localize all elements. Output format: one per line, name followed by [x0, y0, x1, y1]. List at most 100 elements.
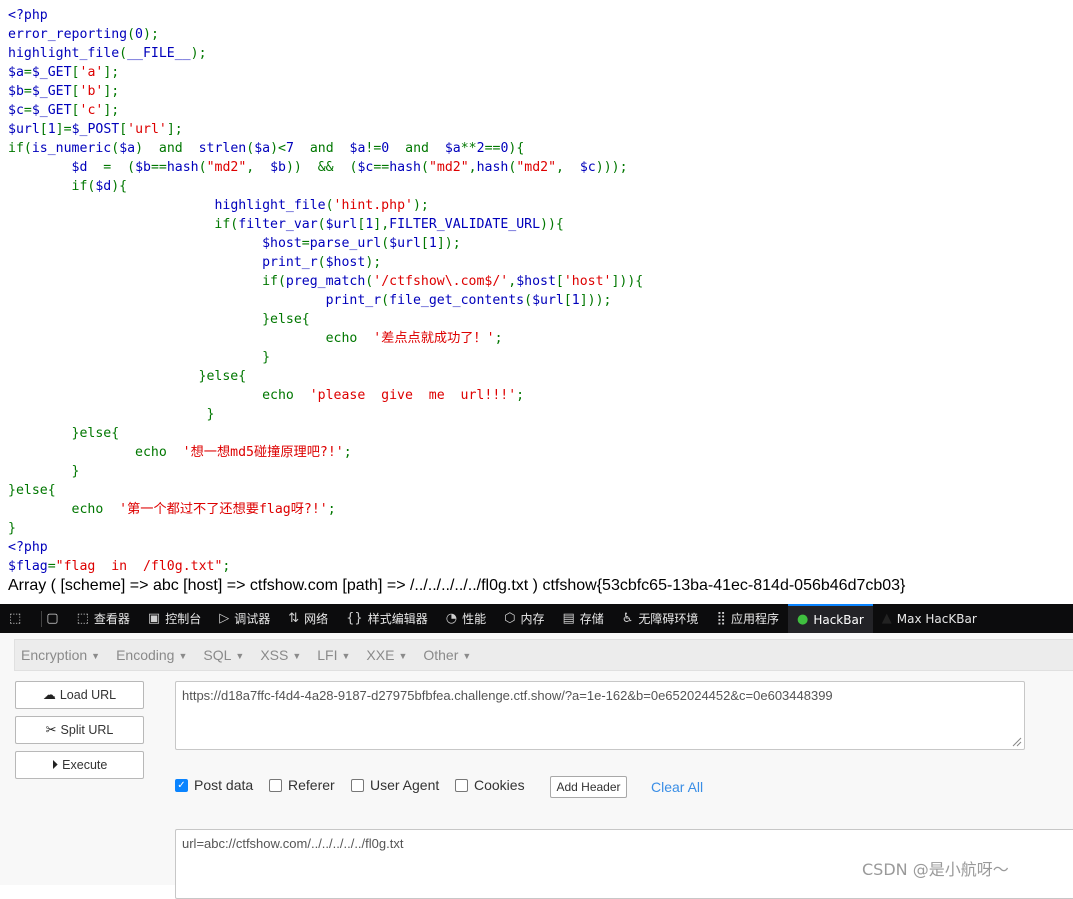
- code-token: (: [381, 293, 390, 308]
- code-token: ];: [103, 65, 120, 80]
- cookies-checkbox[interactable]: Cookies: [455, 777, 525, 793]
- hackbar-menu-label: Encryption: [21, 647, 88, 663]
- code-token: $_GET: [31, 84, 72, 99]
- code-token: $a: [119, 141, 136, 156]
- checkbox-icon: [351, 778, 364, 792]
- code-token: if(: [8, 274, 286, 289]
- code-token: highlight_file: [214, 198, 326, 213]
- code-token: ,: [556, 160, 580, 175]
- hackbar-menu-item[interactable]: Encoding ▼: [116, 647, 187, 663]
- devtools-tab-2[interactable]: ▷ 调试器: [210, 604, 279, 633]
- devtools-tab-label: 调试器: [234, 612, 271, 626]
- devtools-tab-10[interactable]: ● HackBar: [787, 604, 873, 633]
- url-textarea[interactable]: https://d18a7ffc-f4d4-4a28-9187-d27975bf…: [175, 681, 1025, 750]
- code-token: ];: [166, 122, 183, 137]
- code-token: $url: [532, 293, 564, 308]
- code-token: '/ctfshow\.com$/': [373, 274, 509, 289]
- code-line: }: [8, 462, 1068, 481]
- devtools-tab-icon: ◔: [445, 611, 458, 626]
- code-token: $url: [389, 236, 421, 251]
- devtools-toolbar: ⬚ ▢ ⬚ 查看器 ▣ 控制台 ▷ 调试器 ⇅ 网络 {} 样式编辑器 ◔ 性能 ⬡ 内存 ▤ 存储 ♿ 无障碍环…: [0, 604, 1073, 633]
- code-token: (: [325, 198, 334, 213]
- hackbar-menu-label: LFI: [317, 647, 338, 663]
- add-header-button[interactable]: Add Header: [550, 776, 627, 798]
- hackbar-menu-item[interactable]: LFI ▼: [317, 647, 350, 663]
- code-line: highlight_file('hint.php');: [8, 196, 1068, 215]
- code-line: if(is_numeric($a) and strlen($a)<7 and $…: [8, 139, 1068, 158]
- code-token: );: [365, 255, 382, 270]
- resize-grip-icon[interactable]: [1010, 735, 1022, 747]
- caret-down-icon: ▼: [178, 651, 188, 661]
- code-token: 'please give me url!!!': [309, 388, 517, 403]
- code-token: (: [317, 255, 326, 270]
- hackbar-menu-item[interactable]: XSS ▼: [260, 647, 301, 663]
- code-token: $c: [579, 160, 596, 175]
- code-token: ;: [494, 331, 503, 346]
- code-token: $c: [357, 160, 374, 175]
- code-token: 2: [476, 141, 485, 156]
- devtools-tab-4[interactable]: {} 样式编辑器: [337, 604, 437, 633]
- clear-all-link[interactable]: Clear All: [651, 779, 703, 795]
- hackbar-menu-item[interactable]: SQL ▼: [203, 647, 244, 663]
- code-token: $b: [8, 84, 24, 99]
- hackbar-menu-item[interactable]: Other ▼: [423, 647, 471, 663]
- code-token: )) && (: [285, 160, 358, 175]
- code-token: error_reporting: [8, 27, 128, 42]
- code-line: echo '想一想md5碰撞原理吧?!';: [8, 443, 1068, 462]
- devtools-tab-3[interactable]: ⇅ 网络: [279, 604, 337, 633]
- code-token: [: [71, 84, 80, 99]
- code-token: file_get_contents: [389, 293, 525, 308]
- code-token: $a: [8, 65, 24, 80]
- devtools-tab-1[interactable]: ▣ 控制台: [139, 604, 210, 633]
- code-token: $_POST: [71, 122, 120, 137]
- code-token: 1: [47, 122, 56, 137]
- hackbar-menu-item[interactable]: Encryption ▼: [21, 647, 100, 663]
- code-line: error_reporting(0);: [8, 25, 1068, 44]
- pick-element-icon[interactable]: ⬚: [0, 604, 35, 633]
- devtools-tab-9[interactable]: ⣿ 应用程序: [707, 604, 788, 633]
- devtools-tab-7[interactable]: ▤ 存储: [553, 604, 612, 633]
- code-token: '第一个都过不了还想要flag呀?!': [119, 502, 328, 517]
- devtools-tab-5[interactable]: ◔ 性能: [437, 604, 495, 633]
- hackbar-menu-label: XSS: [260, 647, 289, 663]
- devtools-tab-6[interactable]: ⬡ 内存: [495, 604, 553, 633]
- devtools-tab-8[interactable]: ♿ 无障碍环境: [613, 604, 708, 633]
- code-line: $flag="flag in /fl0g.txt";: [8, 557, 1068, 576]
- code-token: $d: [71, 160, 104, 175]
- code-token: );: [190, 46, 207, 61]
- devtools-tab-label: 控制台: [165, 612, 202, 626]
- code-line: $url[1]=$_POST['url'];: [8, 120, 1068, 139]
- code-token: strlen: [198, 141, 247, 156]
- code-token: =: [47, 559, 56, 574]
- code-token: );: [412, 198, 429, 213]
- code-token: }: [8, 350, 271, 365]
- code-token: =: [23, 84, 32, 99]
- code-token: is_numeric: [31, 141, 112, 156]
- code-token: 'b': [79, 84, 104, 99]
- php-source-code: <?php error_reporting(0); highlight_file(_…: [8, 6, 1068, 574]
- execute-button[interactable]: ⏵ Execute: [15, 751, 144, 779]
- devtools-tab-label: 应用程序: [730, 612, 779, 626]
- devtools-tab-11[interactable]: ▲ Max HacKBar: [873, 604, 986, 633]
- post-data-checkbox[interactable]: ✓ Post data: [175, 777, 253, 793]
- split-url-button[interactable]: ✂ Split URL: [15, 716, 144, 744]
- load-url-button[interactable]: ☁ Load URL: [15, 681, 144, 709]
- code-token: '想一想md5碰撞原理吧?!': [182, 445, 344, 460]
- code-token: if(: [8, 141, 32, 156]
- devtools-tab-icon: ▣: [147, 611, 161, 626]
- code-token: ]));: [579, 293, 612, 308]
- code-token: 'host': [563, 274, 612, 289]
- hackbar-menu-item[interactable]: XXE ▼: [366, 647, 407, 663]
- code-token: [: [555, 274, 564, 289]
- code-token: "md2": [206, 160, 247, 175]
- devtools-tab-0[interactable]: ⬚ 查看器: [68, 604, 139, 633]
- referer-checkbox[interactable]: Referer: [269, 777, 335, 793]
- code-token: ];: [103, 84, 120, 99]
- code-token: ==: [484, 141, 501, 156]
- user-agent-checkbox[interactable]: User Agent: [351, 777, 439, 793]
- code-token: 1: [428, 236, 437, 251]
- responsive-mode-icon[interactable]: ▢: [35, 604, 67, 633]
- checkbox-icon: [455, 778, 468, 792]
- devtools-tab-icon: ⣿: [716, 611, 726, 626]
